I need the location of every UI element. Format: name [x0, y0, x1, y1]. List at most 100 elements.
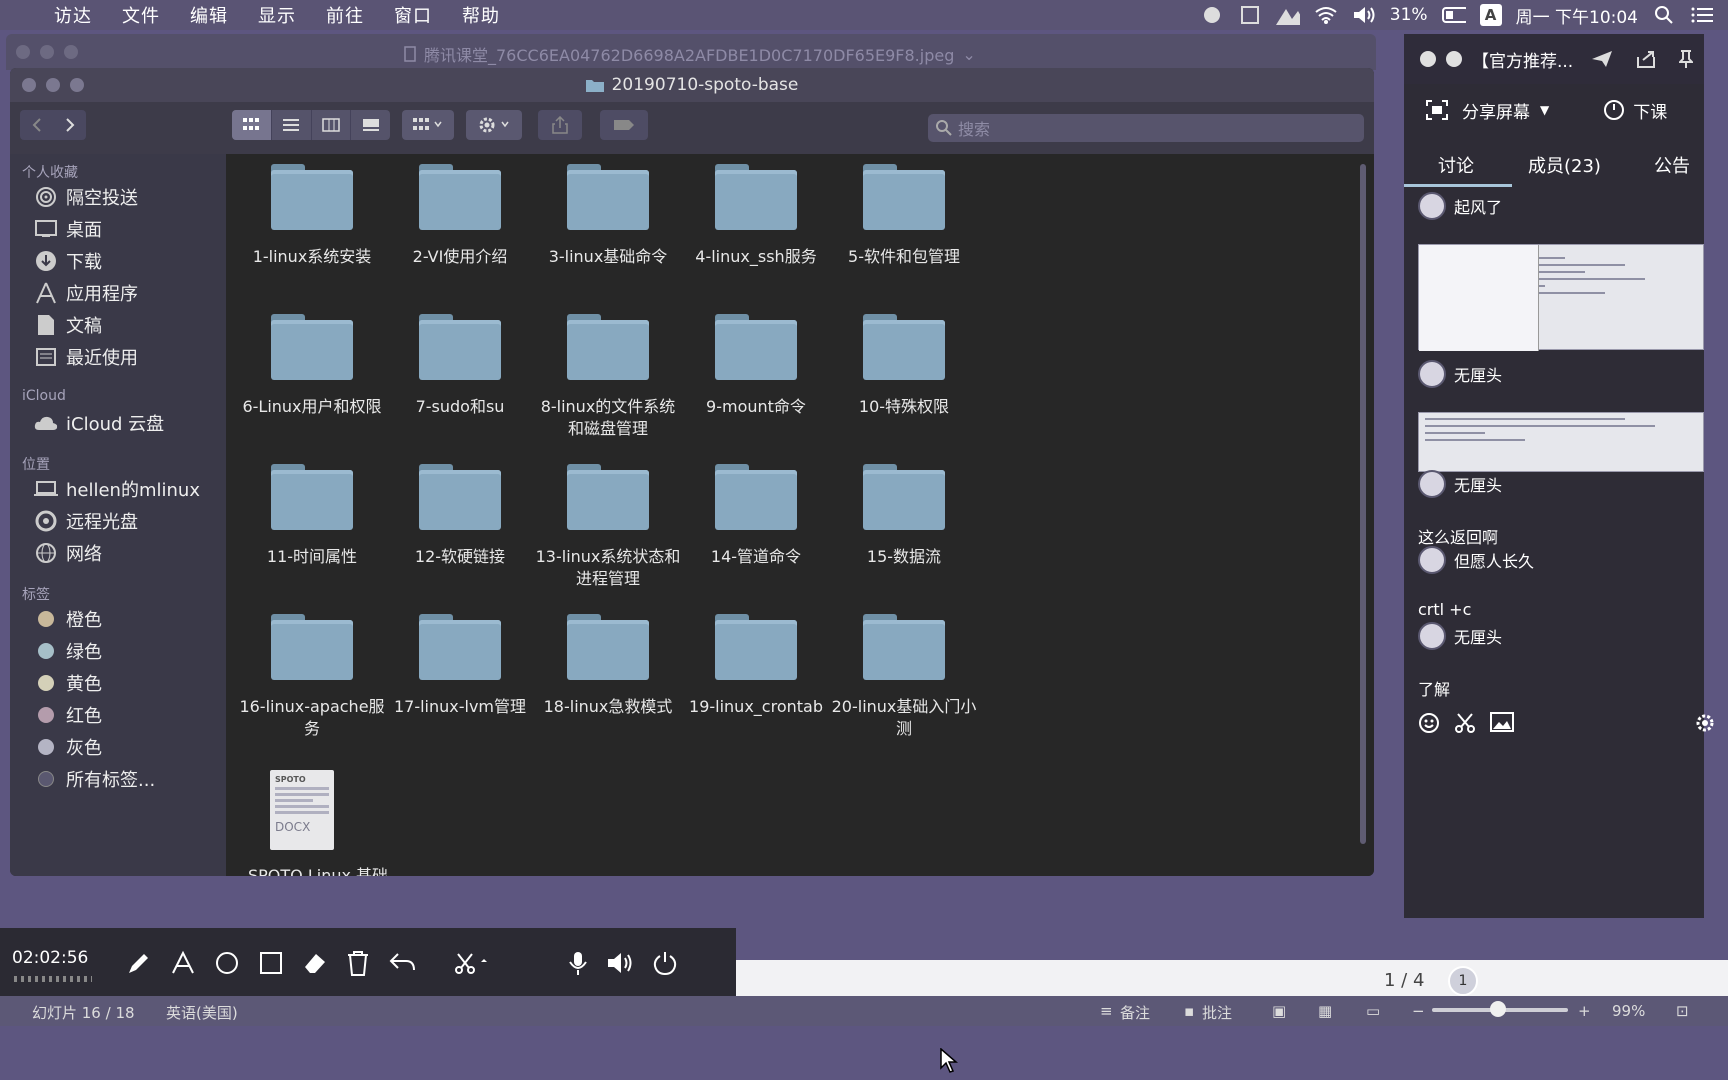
- undo-icon[interactable]: [388, 950, 416, 976]
- folder-item[interactable]: 3-linux基础命令: [534, 164, 682, 268]
- folder-item[interactable]: 6-Linux用户和权限: [238, 314, 386, 418]
- comments-button[interactable]: 批注: [1202, 1002, 1232, 1023]
- menu-file[interactable]: 文件: [122, 2, 160, 28]
- back-icon[interactable]: [32, 117, 42, 133]
- folder-item[interactable]: 14-管道命令: [682, 464, 830, 568]
- scissors-icon[interactable]: [1454, 712, 1476, 734]
- screen-share-status-icon[interactable]: [1238, 3, 1262, 27]
- language-label[interactable]: 英语(美国): [166, 1002, 238, 1023]
- tab-discussion[interactable]: 讨论: [1438, 152, 1474, 178]
- export-icon[interactable]: [1635, 49, 1657, 69]
- folder-item[interactable]: 11-时间属性: [238, 464, 386, 568]
- share-screen-icon[interactable]: [1426, 100, 1448, 120]
- settings-gear-icon[interactable]: [1694, 712, 1716, 734]
- folder-item[interactable]: 4-linux_ssh服务: [682, 164, 830, 268]
- dropdown-arrow-icon[interactable]: ▼: [1540, 103, 1549, 117]
- menu-view[interactable]: 显示: [258, 2, 296, 28]
- preview-close-button[interactable]: [16, 45, 30, 59]
- end-class-icon[interactable]: [1603, 99, 1625, 121]
- menu-edit[interactable]: 编辑: [190, 2, 228, 28]
- notification-center-icon[interactable]: [1690, 3, 1714, 27]
- icon-view-icon[interactable]: [232, 110, 272, 140]
- sidebar-tag-yellow[interactable]: 黄色: [34, 670, 102, 696]
- avatar[interactable]: [1418, 546, 1446, 574]
- chat-image-screenshot[interactable]: [1418, 244, 1704, 351]
- folder-item[interactable]: 5-软件和包管理: [830, 164, 978, 268]
- finder-minimize-button[interactable]: [46, 78, 60, 92]
- share-screen-button[interactable]: 分享屏幕: [1462, 98, 1530, 123]
- group-by-button[interactable]: [402, 110, 454, 140]
- docx-file-name[interactable]: SPOTO Linux 基础: [248, 862, 388, 876]
- pin-icon[interactable]: [1679, 49, 1694, 69]
- notes-icon[interactable]: ≡: [1100, 1002, 1113, 1020]
- emoji-icon[interactable]: [1418, 712, 1440, 734]
- tab-announcement[interactable]: 公告: [1654, 152, 1690, 178]
- zoom-out-button[interactable]: −: [1412, 1002, 1425, 1020]
- folder-item[interactable]: 19-linux_crontab: [682, 614, 830, 718]
- sidebar-tag-green[interactable]: 绿色: [34, 638, 102, 664]
- folder-item[interactable]: 7-sudo和su: [386, 314, 534, 418]
- column-view-icon[interactable]: [312, 110, 352, 140]
- gallery-view-icon[interactable]: [351, 110, 390, 140]
- finder-close-button[interactable]: [22, 78, 36, 92]
- end-class-button[interactable]: 下课: [1633, 98, 1667, 123]
- mountain-icon[interactable]: [1275, 3, 1300, 27]
- avatar[interactable]: [1418, 622, 1446, 650]
- folder-item[interactable]: 12-软硬链接: [386, 464, 534, 568]
- sidebar-item-documents[interactable]: 文稿: [34, 312, 102, 338]
- rectangle-tool-icon[interactable]: [258, 950, 284, 976]
- sidebar-item-remote-disc[interactable]: 远程光盘: [34, 508, 138, 534]
- notes-button[interactable]: 备注: [1120, 1002, 1150, 1023]
- folder-item[interactable]: 16-linux-apache服务: [238, 614, 386, 740]
- avatar[interactable]: [1418, 192, 1446, 220]
- menu-go[interactable]: 前往: [326, 2, 364, 28]
- folder-item[interactable]: 13-linux系统状态和进程管理: [534, 464, 682, 590]
- tab-members[interactable]: 成员(23): [1528, 152, 1601, 178]
- send-icon[interactable]: [1591, 50, 1613, 68]
- menu-window[interactable]: 窗口: [394, 2, 432, 28]
- chat-image-terminal[interactable]: [1418, 412, 1704, 472]
- volume-icon[interactable]: [1352, 3, 1376, 27]
- chat-close-button[interactable]: [1420, 51, 1436, 67]
- microphone-icon[interactable]: [568, 950, 588, 976]
- folder-item[interactable]: 1-linux系统安装: [238, 164, 386, 268]
- folder-item[interactable]: 15-数据流: [830, 464, 978, 568]
- menu-clock[interactable]: 周一 下午10:04: [1516, 3, 1638, 28]
- wifi-icon[interactable]: [1314, 3, 1338, 27]
- sidebar-item-mac[interactable]: hellen的mlinux: [34, 476, 200, 502]
- docx-file-icon[interactable]: SPOTO DOCX: [270, 770, 334, 850]
- circle-tool-icon[interactable]: [214, 950, 240, 976]
- zoom-slider-knob[interactable]: [1490, 1001, 1506, 1017]
- slide-sorter-icon[interactable]: ▦: [1318, 1002, 1332, 1020]
- power-icon[interactable]: [652, 950, 678, 976]
- sidebar-all-tags[interactable]: 所有标签...: [34, 766, 155, 792]
- preview-minimize-button[interactable]: [40, 45, 54, 59]
- avatar[interactable]: [1418, 360, 1446, 388]
- app-status-icon[interactable]: [1200, 3, 1224, 27]
- page-badge[interactable]: 1: [1448, 966, 1478, 996]
- chat-minimize-button[interactable]: [1446, 51, 1462, 67]
- text-tool-icon[interactable]: [170, 950, 196, 976]
- pen-icon[interactable]: [126, 950, 152, 976]
- comment-icon[interactable]: ▪: [1184, 1002, 1194, 1020]
- avatar[interactable]: [1418, 470, 1446, 498]
- chevron-down-icon[interactable]: ⌄: [962, 45, 975, 64]
- folder-item[interactable]: 2-VI使用介绍: [386, 164, 534, 268]
- share-button[interactable]: [538, 110, 582, 140]
- folder-item[interactable]: 18-linux急救模式: [534, 614, 682, 718]
- sidebar-item-recents[interactable]: 最近使用: [34, 344, 138, 370]
- sidebar-tag-red[interactable]: 红色: [34, 702, 102, 728]
- forward-icon[interactable]: [65, 117, 75, 133]
- speaker-icon[interactable]: [606, 950, 634, 976]
- scissors-tool-icon[interactable]: [454, 950, 490, 976]
- folder-item[interactable]: 17-linux-lvm管理: [386, 614, 534, 718]
- trash-icon[interactable]: [346, 950, 370, 976]
- search-field[interactable]: 搜索: [928, 114, 1364, 142]
- battery-icon[interactable]: [1441, 3, 1466, 27]
- sidebar-item-icloud-drive[interactable]: iCloud 云盘: [34, 410, 164, 436]
- spotlight-search-icon[interactable]: [1652, 3, 1676, 27]
- folder-item[interactable]: 8-linux的文件系统和磁盘管理: [534, 314, 682, 440]
- preview-zoom-button[interactable]: [64, 45, 78, 59]
- preview-window-title[interactable]: 腾讯课堂_76CC6EA04762D6698A2AFDBE1D0C7170DF6…: [424, 42, 954, 66]
- action-gear-button[interactable]: [466, 110, 522, 140]
